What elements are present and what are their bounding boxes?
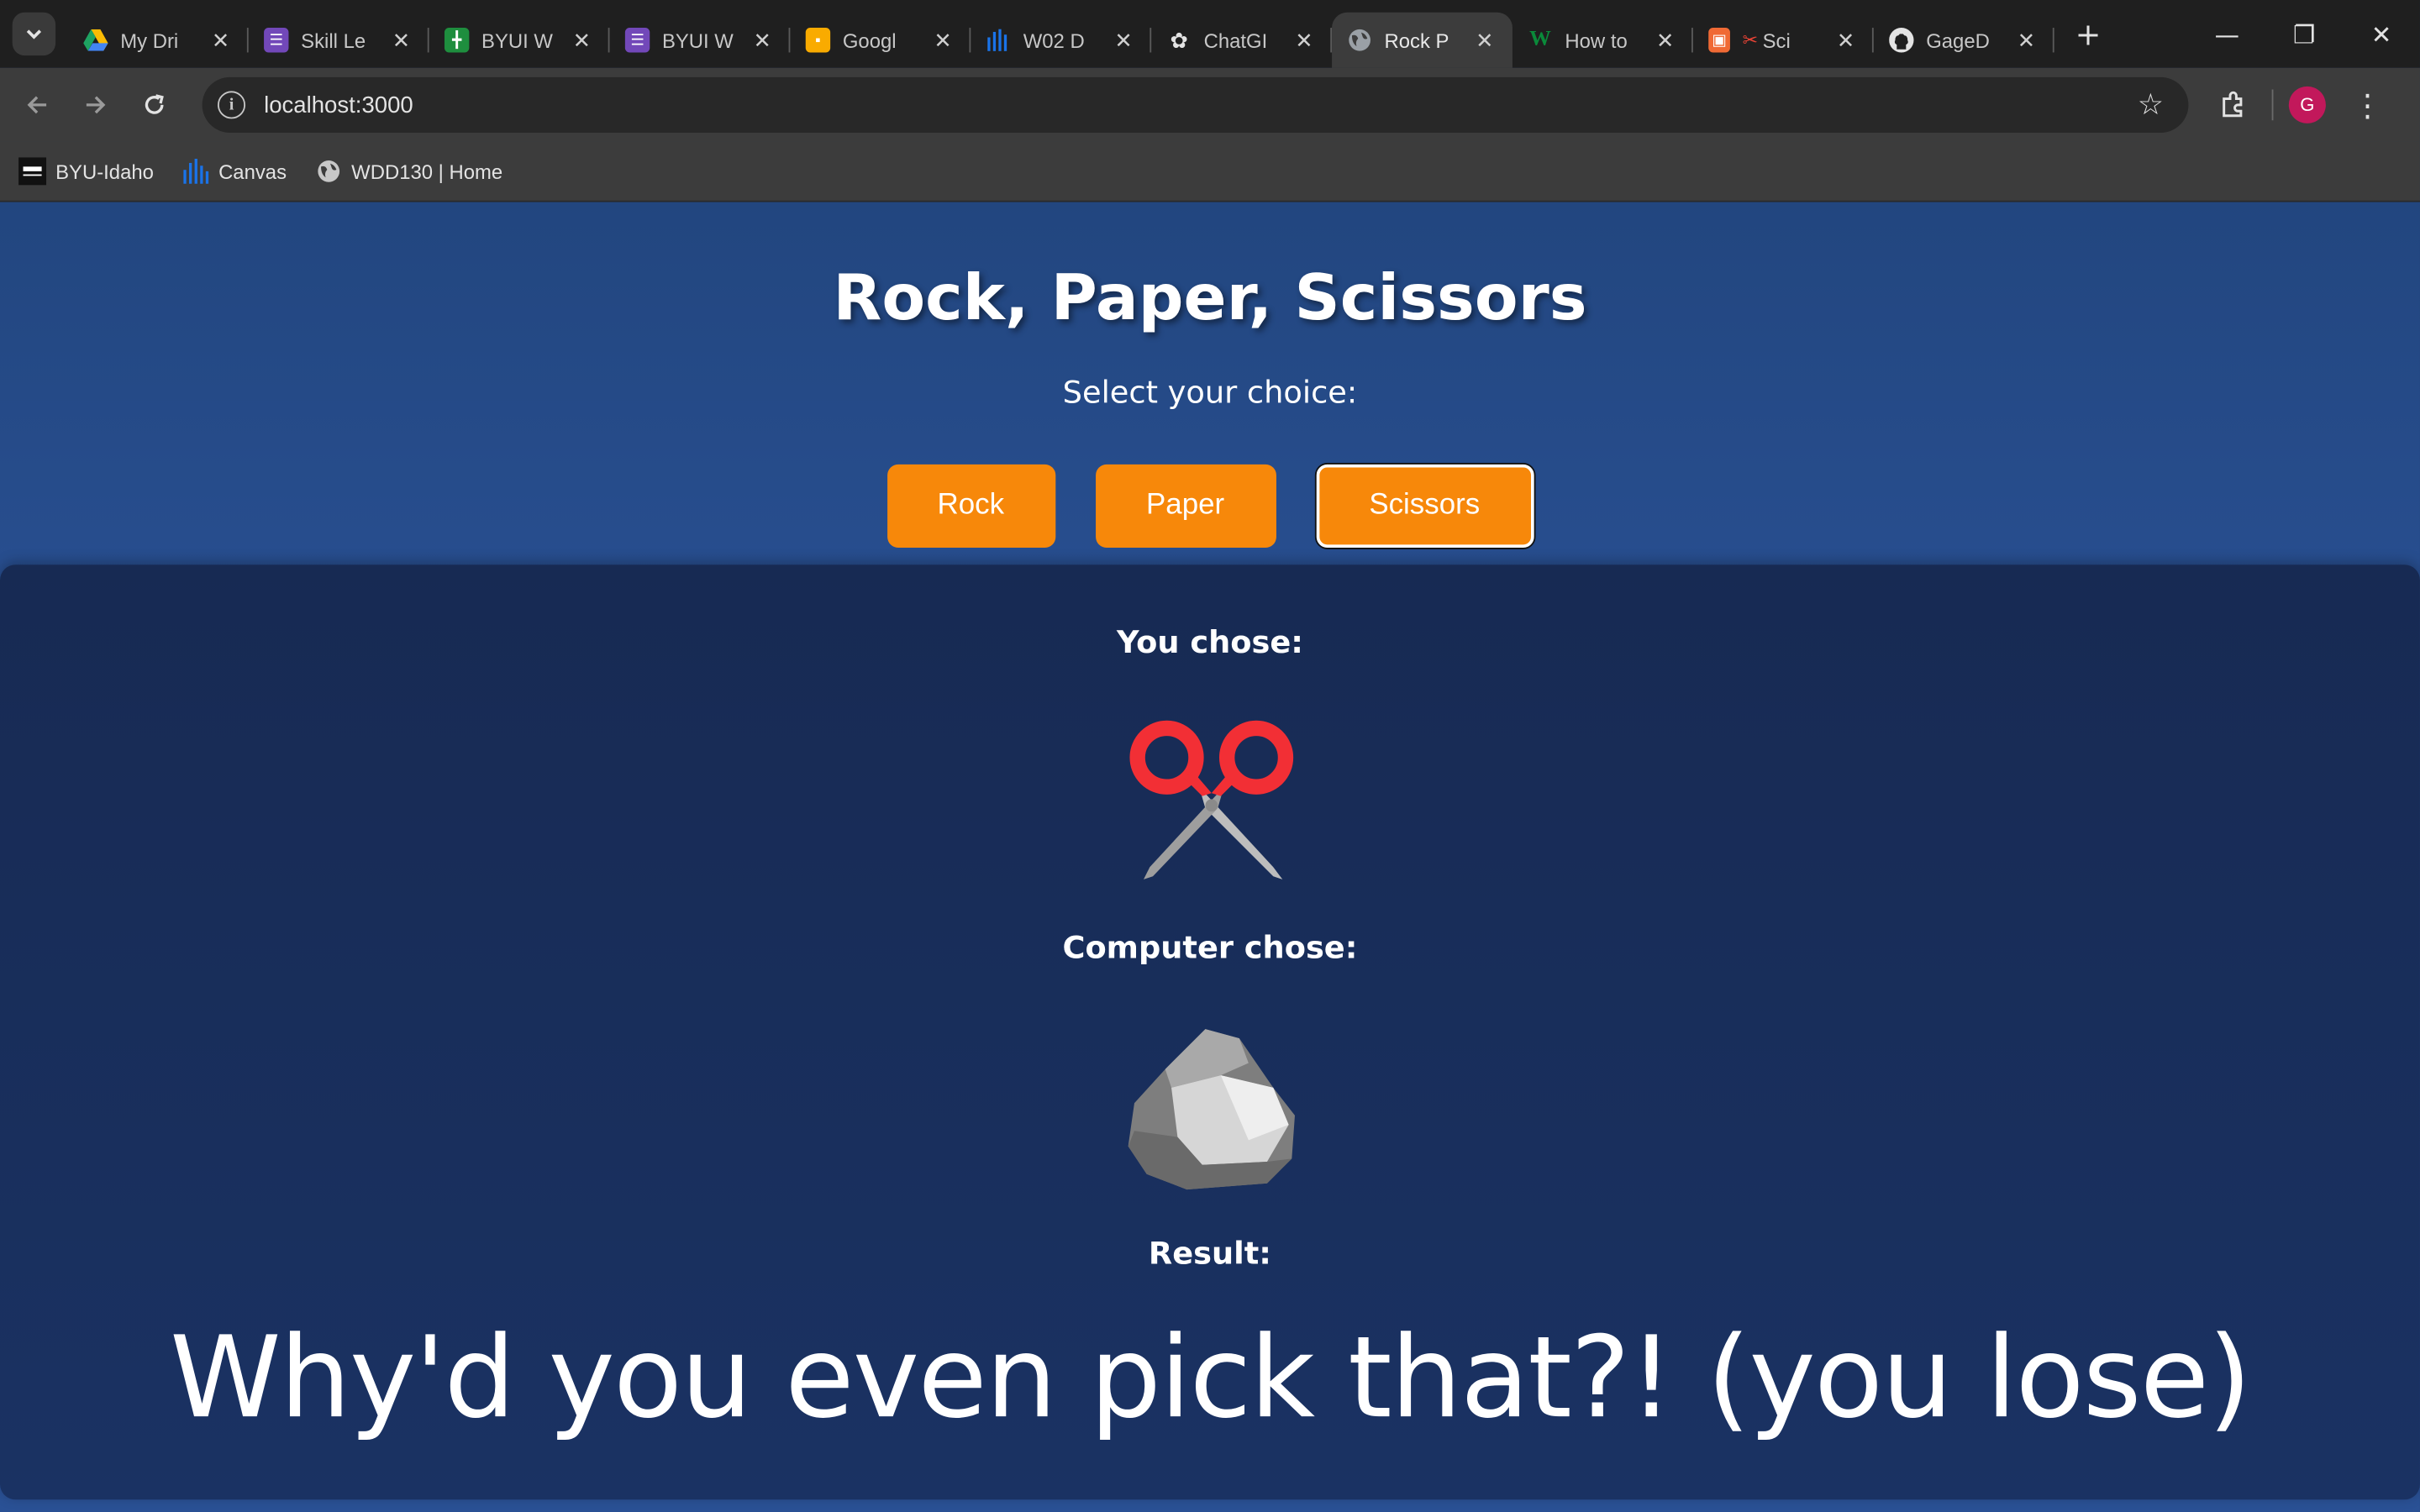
slides-icon: ▪ — [805, 28, 831, 53]
tab-title: GageD — [1926, 28, 1990, 52]
new-tab-button[interactable]: + — [2070, 15, 2107, 52]
bookmarks-bar: BYU-Idaho Canvas WDD130 | Home — [0, 141, 2420, 202]
reload-icon — [145, 94, 164, 114]
chevron-down-icon — [26, 29, 42, 39]
choice-prompt: Select your choice: — [1062, 373, 1358, 411]
bookmark-label: WDD130 | Home — [351, 160, 503, 183]
page-title: Rock, Paper, Scissors — [833, 260, 1587, 335]
bookmark-star-icon[interactable]: ☆ — [2138, 88, 2164, 122]
scissors-icon — [1125, 716, 1298, 889]
window-controls: — ❐ ✕ — [2188, 0, 2420, 68]
kebab-menu-icon[interactable]: ⋮ — [2341, 79, 2393, 131]
choice-buttons: Rock Paper Scissors — [0, 464, 2420, 549]
tab-title: Skill Le — [301, 28, 366, 52]
browser-toolbar: i localhost:3000 ☆ G ⋮ — [0, 67, 2420, 142]
forms-icon: ☰ — [264, 28, 289, 53]
close-icon[interactable]: ✕ — [1833, 27, 1858, 53]
scissors-icon: ▣ — [1708, 28, 1730, 53]
tab[interactable]: ☰ Skill Le ✕ — [249, 13, 429, 68]
forward-button[interactable] — [66, 76, 125, 134]
bookmark-byu-idaho[interactable]: BYU-Idaho — [18, 157, 154, 186]
scissors-button[interactable]: Scissors — [1315, 464, 1534, 549]
close-window-button[interactable]: ✕ — [2343, 0, 2420, 68]
rock-icon — [1125, 1023, 1298, 1196]
arrow-right-icon — [86, 96, 106, 114]
toolbar-right: G ⋮ — [2207, 68, 2393, 142]
close-icon[interactable]: ✕ — [570, 27, 594, 53]
close-icon[interactable]: ✕ — [389, 27, 413, 53]
w-icon: W — [1529, 28, 1551, 51]
close-icon[interactable]: ✕ — [931, 27, 955, 53]
restore-button[interactable]: ❐ — [2265, 0, 2343, 68]
github-icon — [1889, 28, 1914, 53]
close-icon[interactable]: ✕ — [2014, 27, 2039, 53]
profile-avatar[interactable]: G — [2288, 86, 2326, 123]
paper-button[interactable]: Paper — [1095, 464, 1276, 549]
tab-title: BYUI W — [481, 28, 553, 52]
you-chose-label: You chose: — [1116, 623, 1303, 661]
close-icon[interactable]: ✕ — [1292, 27, 1316, 53]
close-icon[interactable]: ✕ — [1472, 27, 1497, 53]
globe-icon — [1347, 28, 1371, 52]
computer-chose-label: Computer chose: — [1062, 928, 1358, 966]
toolbar-divider — [2271, 89, 2274, 121]
tab[interactable]: W How to ✕ — [1512, 13, 1693, 68]
tab-title: BYUI W — [661, 28, 734, 52]
globe-icon — [314, 157, 342, 185]
rock-button[interactable]: Rock — [886, 464, 1055, 549]
tab[interactable]: GageD ✕ — [1874, 13, 2054, 68]
tabs: My Dri ✕ ☰ Skill Le ✕ ╋ BYUI W ✕ ☰ BYUI … — [68, 0, 2054, 68]
result-label: Result: — [1148, 1234, 1272, 1272]
google-drive-icon — [83, 28, 108, 52]
close-icon[interactable]: ✕ — [1111, 27, 1135, 53]
tab-active[interactable]: Rock P ✕ — [1332, 12, 1512, 68]
tab[interactable]: ☰ BYUI W ✕ — [609, 13, 791, 68]
tab-strip: My Dri ✕ ☰ Skill Le ✕ ╋ BYUI W ✕ ☰ BYUI … — [0, 0, 2420, 68]
url-text: localhost:3000 — [264, 92, 413, 118]
tab[interactable]: My Dri ✕ — [68, 13, 249, 68]
tab-search-button[interactable] — [12, 12, 56, 56]
canvas-icon — [182, 157, 209, 185]
tab[interactable]: W02 D ✕ — [971, 13, 1152, 68]
bookmark-label: BYU-Idaho — [55, 160, 154, 183]
bookmark-label: Canvas — [218, 160, 287, 183]
bookmark-canvas[interactable]: Canvas — [182, 157, 287, 185]
close-icon[interactable]: ✕ — [208, 27, 233, 53]
byu-logo-icon — [18, 157, 47, 186]
page-content: Rock, Paper, Scissors Select your choice… — [0, 202, 2420, 1512]
tab-title: Googl — [842, 28, 897, 52]
site-info-icon[interactable]: i — [217, 91, 246, 119]
close-icon[interactable]: ✕ — [1653, 27, 1677, 53]
tab[interactable]: ▣ ✂ Sci ✕ — [1693, 13, 1874, 68]
extensions-icon[interactable] — [2207, 79, 2259, 131]
arrow-left-icon — [27, 96, 47, 114]
tab-title: My Dri — [120, 28, 179, 52]
canvas-icon — [986, 28, 1011, 52]
results-panel: You chose: Computer chose: Result: Why'd… — [0, 564, 2420, 1500]
close-icon[interactable]: ✕ — [750, 27, 775, 53]
forms-icon: ☰ — [624, 28, 650, 53]
reload-button[interactable] — [125, 76, 184, 134]
back-button[interactable] — [8, 76, 66, 134]
address-bar[interactable]: i localhost:3000 ☆ — [202, 76, 2189, 133]
scissors-icon: ✂ — [1742, 29, 1759, 51]
tab[interactable]: ▪ Googl ✕ — [790, 13, 971, 68]
tab-title: Sci — [1762, 28, 1791, 52]
minimize-button[interactable]: — — [2188, 0, 2265, 68]
tab-title: ChatGI — [1203, 28, 1268, 52]
tab-title: W02 D — [1023, 28, 1085, 52]
result-message: Why'd you even pick that?! (you lose) — [170, 1313, 2252, 1445]
sheets-icon: ╋ — [444, 28, 470, 53]
chatgpt-icon: ✿ — [1170, 27, 1189, 52]
bookmark-wdd130[interactable]: WDD130 | Home — [314, 157, 502, 185]
tab-title: How to — [1565, 28, 1628, 52]
tab-title: Rock P — [1384, 28, 1449, 52]
tab[interactable]: ✿ ChatGI ✕ — [1151, 13, 1333, 68]
tab[interactable]: ╋ BYUI W ✕ — [429, 13, 610, 68]
